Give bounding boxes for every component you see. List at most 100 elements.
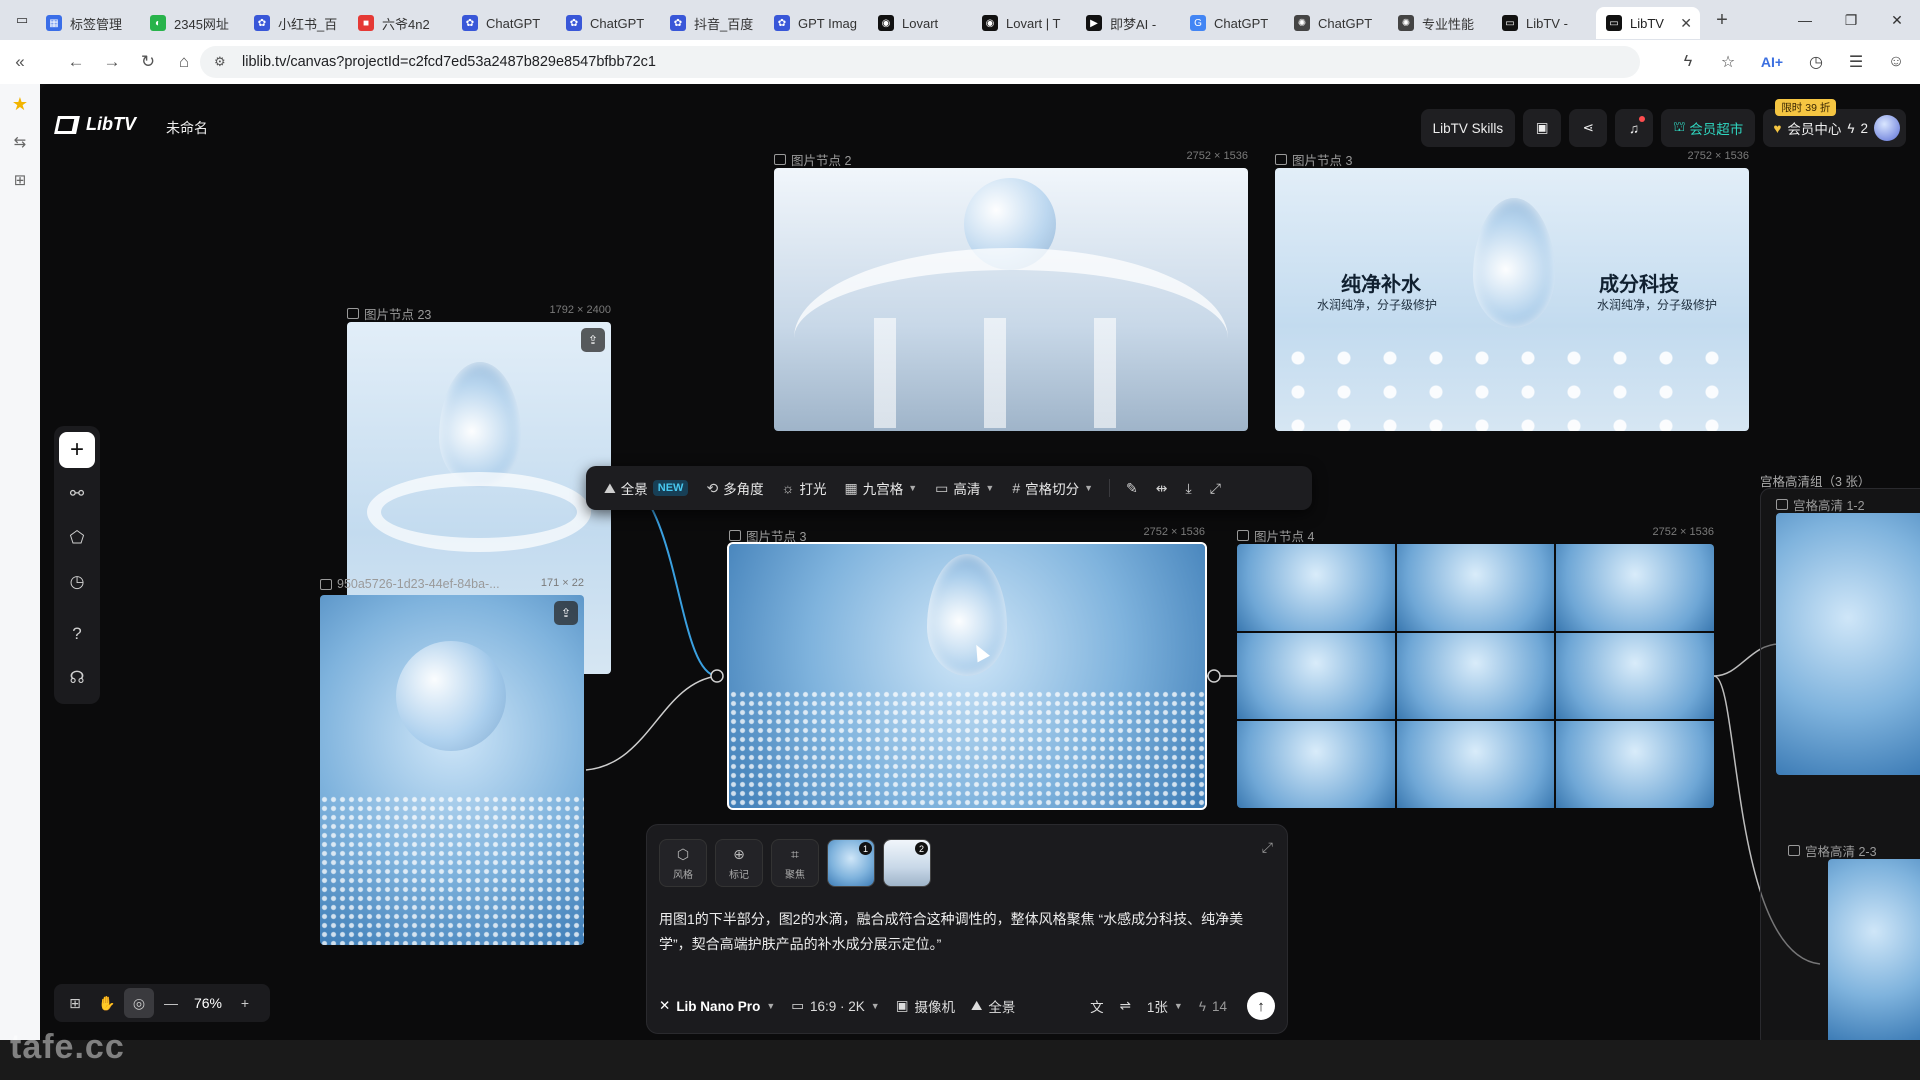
swap-icon[interactable]: ⇆ [6, 128, 34, 156]
reference-thumb-1[interactable]: 1 [827, 839, 875, 887]
minimize-icon[interactable]: — [1782, 0, 1828, 40]
save-button[interactable]: ▣ [1523, 109, 1562, 147]
image-node-upload[interactable]: 950a5726-1d23-44ef-84ba-... 171 × 22 ⇪ [320, 577, 584, 945]
image-node-2[interactable]: 图片节点 2 2752 × 1536 [774, 150, 1248, 431]
image-node-3[interactable]: 图片节点 3 2752 × 1536 [727, 526, 1207, 810]
node-image[interactable] [1828, 859, 1920, 1040]
style-tool-button[interactable]: ⬡ 风格 [659, 839, 707, 887]
snap-icon[interactable]: ◎ [124, 988, 154, 1018]
browser-tab[interactable]: ▶ 即梦AI - [1076, 7, 1180, 39]
project-name[interactable]: 未命名 [166, 118, 208, 138]
translate-button[interactable]: 文 [1090, 996, 1104, 1016]
multi-angle-button[interactable]: ⟲ 多角度 [698, 472, 771, 504]
relight-button[interactable]: ☼ 打光 [774, 472, 835, 504]
browser-tab[interactable]: ▭ LibTV - [1492, 7, 1596, 39]
notification-button[interactable]: ♫ [1615, 109, 1654, 147]
mirror-button[interactable]: ⇹ [1148, 472, 1176, 504]
node-image[interactable] [1776, 513, 1920, 775]
focus-tool-button[interactable]: ⌗ 聚焦 [771, 839, 819, 887]
reading-list-icon[interactable]: ☰ [1838, 44, 1874, 80]
member-center-button[interactable]: 限时 39 折 ♥ 会员中心 ϟ 2 [1763, 99, 1906, 147]
browser-tab[interactable]: ✿ 小红书_百 [244, 7, 348, 39]
browser-tab[interactable]: ◐ 2345网址 [140, 7, 244, 39]
zoom-level[interactable]: 76% [188, 988, 228, 1018]
download-button[interactable]: ⤓ [1178, 472, 1200, 504]
export-button[interactable]: ⇪ [581, 328, 605, 352]
lightning-icon[interactable]: ϟ [1670, 44, 1706, 80]
panorama-option-button[interactable]: ⛰ 全景 [971, 996, 1015, 1016]
hd-dropdown[interactable]: ▭ 高清 ▼ [927, 472, 1002, 504]
url-field[interactable]: ⚙ liblib.tv/canvas?projectId=c2fcd7ed53a… [200, 46, 1640, 78]
image-node-4[interactable]: 图片节点 4 2752 × 1536 [1237, 526, 1714, 808]
image-node-3-promo[interactable]: 图片节点 3 2752 × 1536 纯净补水 水润纯净，分子级修护 成分科技 … [1275, 150, 1749, 431]
new-tab-button[interactable]: + [1706, 4, 1738, 36]
browser-tab[interactable]: ▭ LibTV ✕ [1596, 7, 1700, 39]
browser-tab[interactable]: ▦ 标签管理 [36, 7, 140, 39]
browser-tab[interactable]: ◉ Lovart | T [972, 7, 1076, 39]
sidebar-toggle-icon[interactable]: « [2, 44, 38, 80]
panorama-button[interactable]: ⛰ 全景 NEW [596, 472, 696, 504]
avatar[interactable] [1874, 115, 1900, 141]
browser-tab[interactable]: ✺ ChatGPT [1284, 7, 1388, 39]
forward-icon[interactable]: → [94, 44, 130, 80]
expand-icon[interactable]: ⤢ [1262, 839, 1273, 856]
node-image[interactable] [774, 168, 1248, 431]
grid-split-dropdown[interactable]: # 宫格切分 ▼ [1004, 472, 1101, 504]
browser-tab[interactable]: ■ 六爷4n2 [348, 7, 452, 39]
hd-grid-node-1-2[interactable]: 宫格高清 1-2 [1776, 499, 1920, 775]
node-image[interactable] [727, 542, 1207, 810]
browser-tab[interactable]: ◉ Lovart [868, 7, 972, 39]
export-button[interactable]: ⇪ [554, 601, 578, 625]
minimap-icon[interactable]: ⊞ [60, 988, 90, 1018]
favorites-star-icon[interactable]: ★ [6, 90, 34, 118]
ai-plus-button[interactable]: AI+ [1750, 44, 1794, 80]
zoom-out-button[interactable]: — [156, 988, 186, 1018]
node-image[interactable] [320, 595, 584, 945]
browser-tab[interactable]: ✺ 专业性能 [1388, 7, 1492, 39]
headset-icon[interactable]: ☊ [59, 660, 95, 696]
profile-icon[interactable]: ☺ [1878, 44, 1914, 80]
vip-market-button[interactable]: ⛫ 会员超市 [1661, 109, 1756, 147]
history-icon[interactable]: ◷ [1798, 44, 1834, 80]
browser-tab[interactable]: ✿ ChatGPT [556, 7, 660, 39]
nine-grid-image[interactable] [1237, 544, 1714, 808]
close-tab-icon[interactable]: ✕ [1680, 15, 1692, 32]
mark-tool-button[interactable]: ⊕ 标记 [715, 839, 763, 887]
home-icon[interactable]: ⌂ [166, 44, 202, 80]
libtv-skills-button[interactable]: LibTV Skills [1420, 109, 1516, 147]
browser-tab[interactable]: ✿ ChatGPT [452, 7, 556, 39]
hand-tool-icon[interactable]: ✋ [92, 988, 122, 1018]
node-image[interactable]: 纯净补水 水润纯净，分子级修护 成分科技 水润纯净，分子级修护 [1275, 168, 1749, 431]
hd-grid-node-2-3[interactable]: 宫格高清 2-3 [1788, 845, 1920, 1040]
brush-button[interactable]: ✎ [1118, 472, 1146, 504]
zoom-in-button[interactable]: + [230, 988, 260, 1018]
help-icon[interactable]: ? [59, 616, 95, 652]
ratio-selector[interactable]: ▭ 16:9 · 2K ▼ [791, 998, 879, 1014]
tab-actions-icon[interactable]: ▭ [8, 2, 36, 38]
browser-tab[interactable]: ✿ GPT Imag [764, 7, 868, 39]
count-selector[interactable]: 1张 ▼ [1147, 996, 1183, 1016]
add-node-button[interactable]: + [59, 432, 95, 468]
workflow-icon[interactable]: ⚯ [59, 476, 95, 512]
send-button[interactable]: ↑ [1247, 992, 1275, 1020]
restore-icon[interactable]: ❐ [1828, 0, 1874, 40]
prompt-input[interactable]: 用图1的下半部分，图2的水滴，融合成符合这种调性的，整体风格聚焦 “水感成分科技… [659, 907, 1273, 957]
fullscreen-button[interactable]: ⤢ [1202, 472, 1229, 504]
back-icon[interactable]: ← [58, 44, 94, 80]
canvas[interactable]: LibTV 未命名 LibTV Skills ▣ ⋖ ♫ ⛫ 会员超市 限时 3… [40, 84, 1920, 1040]
add-panel-icon[interactable]: ⊞ [6, 166, 34, 194]
libtv-logo[interactable]: LibTV [54, 114, 136, 135]
assets-icon[interactable]: ⬠ [59, 520, 95, 556]
settings-button[interactable]: ⇌ [1120, 998, 1131, 1014]
site-info-icon[interactable]: ⚙ [214, 54, 230, 70]
close-window-icon[interactable]: ✕ [1874, 0, 1920, 40]
nine-grid-dropdown[interactable]: ▦ 九宫格 ▼ [837, 472, 926, 504]
history-icon[interactable]: ◷ [59, 564, 95, 600]
model-selector[interactable]: ✕ Lib Nano Pro ▼ [659, 998, 775, 1014]
browser-tab[interactable]: ✿ 抖音_百度 [660, 7, 764, 39]
reference-thumb-2[interactable]: 2 [883, 839, 931, 887]
bookmark-star-icon[interactable]: ☆ [1710, 44, 1746, 80]
reload-icon[interactable]: ↻ [130, 44, 166, 80]
browser-tab[interactable]: G ChatGPT [1180, 7, 1284, 39]
camera-button[interactable]: ▣ 摄像机 [896, 996, 955, 1016]
